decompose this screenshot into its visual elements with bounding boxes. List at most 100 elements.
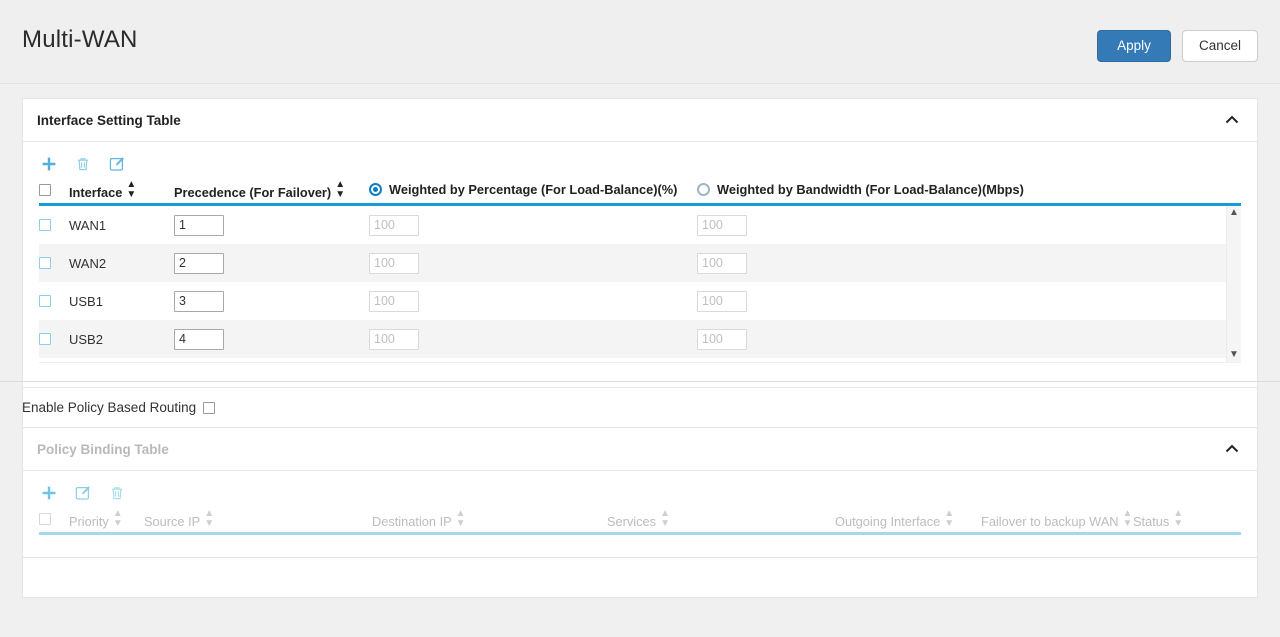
column-outgoing-interface-label: Outgoing Interface	[835, 514, 940, 529]
interface-panel-title: Interface Setting Table	[37, 113, 181, 128]
enable-policy-based-routing-row[interactable]: Enable Policy Based Routing	[22, 387, 1258, 427]
cancel-button[interactable]: Cancel	[1182, 30, 1258, 62]
add-icon[interactable]	[39, 154, 59, 174]
column-services[interactable]: Services ▲▼	[607, 509, 835, 529]
cell-percentage	[369, 253, 697, 274]
scroll-up-icon[interactable]: ▲	[1229, 206, 1239, 220]
column-weighted-bandwidth-label: Weighted by Bandwidth (For Load-Balance)…	[717, 182, 1024, 197]
cell-bandwidth	[697, 215, 1219, 236]
delete-icon[interactable]	[73, 154, 93, 174]
vertical-scrollbar[interactable]: ▲ ▼	[1226, 206, 1241, 362]
policy-panel-header: Policy Binding Table	[23, 428, 1257, 471]
select-all-checkbox[interactable]	[39, 184, 51, 196]
row-checkbox[interactable]	[39, 333, 51, 345]
sort-icon[interactable]: ▲▼	[456, 509, 466, 529]
select-all-cell	[39, 184, 69, 196]
chevron-up-icon[interactable]	[1223, 111, 1241, 129]
column-source-ip[interactable]: Source IP ▲▼	[144, 509, 372, 529]
sort-icon[interactable]: ▲▼	[335, 180, 345, 200]
sort-icon[interactable]: ▲▼	[944, 509, 954, 529]
edit-icon[interactable]	[107, 154, 127, 174]
column-precedence[interactable]: Precedence (For Failover) ▲▼	[174, 180, 369, 200]
enable-policy-based-routing-checkbox[interactable]	[203, 402, 215, 414]
column-priority-label: Priority	[69, 514, 109, 529]
column-failover[interactable]: Failover to backup WAN ▲▼	[981, 509, 1133, 529]
column-outgoing-interface[interactable]: Outgoing Interface ▲▼	[835, 509, 981, 529]
precedence-input[interactable]	[174, 215, 224, 236]
interface-panel-header: Interface Setting Table	[23, 99, 1257, 142]
table-row[interactable]: USB1	[39, 282, 1241, 320]
sort-icon[interactable]: ▲▼	[1123, 509, 1133, 529]
sort-icon[interactable]: ▲▼	[660, 509, 670, 529]
row-select-cell	[39, 295, 69, 307]
sort-icon[interactable]: ▲▼	[204, 509, 214, 529]
row-checkbox[interactable]	[39, 295, 51, 307]
table-row[interactable]: USB2	[39, 320, 1241, 358]
column-services-label: Services	[607, 514, 656, 529]
percentage-input[interactable]	[369, 215, 419, 236]
weighted-bandwidth-radio[interactable]	[697, 183, 710, 196]
delete-icon[interactable]	[107, 483, 127, 503]
row-select-cell	[39, 257, 69, 269]
cell-interface: WAN1	[69, 218, 174, 233]
cell-precedence	[174, 253, 369, 274]
column-precedence-label: Precedence (For Failover)	[174, 185, 331, 200]
policy-section: Enable Policy Based Routing Policy Bindi…	[22, 387, 1258, 558]
sort-icon[interactable]: ▲▼	[1173, 509, 1183, 529]
percentage-input[interactable]	[369, 329, 419, 350]
column-status[interactable]: Status▲▼	[1133, 509, 1241, 529]
precedence-input[interactable]	[174, 253, 224, 274]
sort-icon[interactable]: ▲▼	[126, 180, 136, 200]
bandwidth-input[interactable]	[697, 253, 747, 274]
column-priority[interactable]: Priority ▲▼	[69, 509, 144, 529]
table-row[interactable]: WAN1	[39, 206, 1241, 244]
table-row[interactable]: WAN2	[39, 244, 1241, 282]
section-divider	[0, 381, 1280, 382]
percentage-input[interactable]	[369, 253, 419, 274]
policy-binding-card: Policy Binding Table	[22, 427, 1258, 558]
weighted-percentage-radio[interactable]	[369, 183, 382, 196]
column-weighted-percentage-label: Weighted by Percentage (For Load-Balance…	[389, 182, 677, 197]
cell-percentage	[369, 215, 697, 236]
policy-table-toolbar	[23, 471, 1257, 509]
sort-icon[interactable]: ▲▼	[113, 509, 123, 529]
edit-icon[interactable]	[73, 483, 93, 503]
policy-table-header: Priority▲▼ Source IP▲▼ Destination IP▲▼ …	[39, 509, 1241, 535]
column-weighted-bandwidth[interactable]: Weighted by Bandwidth (For Load-Balance)…	[697, 182, 1241, 197]
precedence-input[interactable]	[174, 291, 224, 312]
enable-policy-based-routing-label: Enable Policy Based Routing	[22, 400, 196, 415]
cell-interface: USB1	[69, 294, 174, 309]
cell-precedence	[174, 215, 369, 236]
column-interface-label: Interface	[69, 185, 122, 200]
precedence-input[interactable]	[174, 329, 224, 350]
cell-precedence	[174, 329, 369, 350]
add-icon[interactable]	[39, 483, 59, 503]
cell-percentage	[369, 291, 697, 312]
bandwidth-input[interactable]	[697, 291, 747, 312]
bandwidth-input[interactable]	[697, 329, 747, 350]
interface-table: Interface▲▼ Precedence (For Failover)▲▼ …	[23, 180, 1257, 363]
row-checkbox[interactable]	[39, 257, 51, 269]
chevron-up-icon[interactable]	[1223, 440, 1241, 458]
page-body: Interface Setting Table	[0, 84, 1280, 637]
page-header: Multi-WAN Apply Cancel	[0, 0, 1280, 84]
apply-button[interactable]: Apply	[1097, 30, 1171, 62]
interface-setting-panel: Interface Setting Table	[23, 99, 1257, 388]
column-source-ip-label: Source IP	[144, 514, 200, 529]
cell-bandwidth	[697, 329, 1219, 350]
bandwidth-input[interactable]	[697, 215, 747, 236]
column-interface[interactable]: Interface ▲▼	[69, 180, 174, 200]
column-destination-ip[interactable]: Destination IP ▲▼	[372, 509, 607, 529]
scroll-down-icon[interactable]: ▼	[1229, 348, 1239, 362]
percentage-input[interactable]	[369, 291, 419, 312]
row-select-cell	[39, 219, 69, 231]
column-weighted-percentage[interactable]: Weighted by Percentage (For Load-Balance…	[369, 182, 697, 197]
column-destination-ip-label: Destination IP	[372, 514, 452, 529]
select-all-checkbox[interactable]	[39, 513, 51, 525]
interface-table-header: Interface▲▼ Precedence (For Failover)▲▼ …	[39, 180, 1241, 206]
cell-precedence	[174, 291, 369, 312]
cell-interface: WAN2	[69, 256, 174, 271]
row-checkbox[interactable]	[39, 219, 51, 231]
cell-percentage	[369, 329, 697, 350]
column-failover-label: Failover to backup WAN	[981, 514, 1119, 529]
